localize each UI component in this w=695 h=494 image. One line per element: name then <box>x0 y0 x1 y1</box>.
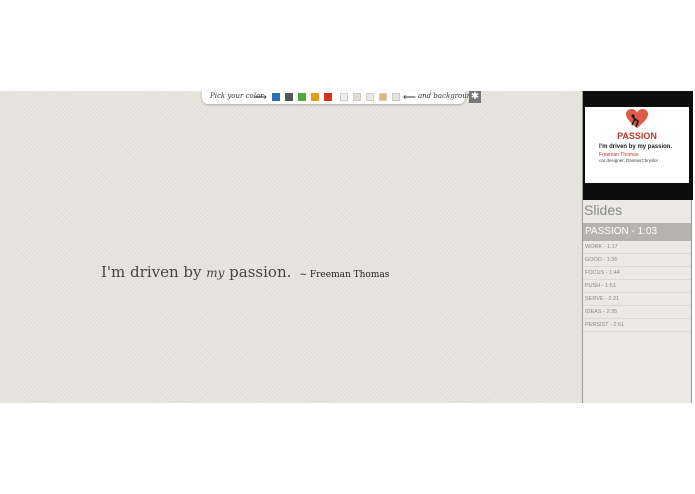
slide-item-serve[interactable]: SERVE - 2:21 <box>583 294 691 306</box>
slide-thumbnail: PASSION I'm driven by my passion. Freema… <box>585 107 689 183</box>
thumbnail-title: PASSION <box>617 131 657 141</box>
background-swatch-5[interactable] <box>392 93 400 101</box>
quote-text-my: my <box>206 266 225 280</box>
color-swatch-orange[interactable] <box>311 93 319 101</box>
slide-stage: I'm driven by my passion. ~ Freeman Thom… <box>0 91 582 403</box>
color-swatch-gray[interactable] <box>285 93 293 101</box>
quote-text-before: I'm driven by <box>101 263 207 281</box>
background-swatch-3[interactable] <box>366 93 374 101</box>
slides-list: PASSION - 1:03 WORK - 1:17 GOOD - 1:36 F… <box>583 223 691 332</box>
slide-preview[interactable]: PASSION I'm driven by my passion. Freema… <box>583 91 693 200</box>
thumbnail-subtitle: car designer, DaimlerChrysler <box>599 158 659 163</box>
quote-author: ~ Freeman Thomas <box>299 270 390 280</box>
and-background-label: and background <box>418 92 476 100</box>
heart-icon <box>626 109 648 128</box>
background-swatch-2[interactable] <box>353 93 361 101</box>
slide-item-work[interactable]: WORK - 1:17 <box>583 242 691 254</box>
slide-item-good[interactable]: GOOD - 1:36 <box>583 255 691 267</box>
slide-item-ideas[interactable]: IDEAS - 2:35 <box>583 307 691 319</box>
slide-item-persist[interactable]: PERSIST - 2:51 <box>583 320 691 332</box>
arrow-right-icon: ⟶ <box>254 92 267 102</box>
thumbnail-quote: I'm driven by my passion. <box>599 144 673 150</box>
slides-heading: Slides <box>584 202 623 218</box>
slide-item-passion[interactable]: PASSION - 1:03 <box>583 223 691 241</box>
color-swatch-red[interactable] <box>324 93 332 101</box>
arrow-left-icon: ⟵ <box>403 92 416 102</box>
background-swatch-4[interactable] <box>379 93 387 101</box>
slides-sidebar: PASSION I'm driven by my passion. Freema… <box>582 91 693 403</box>
slide-item-focus[interactable]: FOCUS - 1:44 <box>583 268 691 280</box>
quote-text-after: passion. <box>224 263 292 281</box>
color-swatch-blue[interactable] <box>272 93 280 101</box>
gear-icon[interactable]: ✱ <box>469 91 481 103</box>
background-swatch-1[interactable] <box>340 93 348 101</box>
color-toolbar: Pick your color ⟶ ⟵ and background <box>202 91 476 104</box>
quote: I'm driven by my passion. ~ Freeman Thom… <box>101 262 389 281</box>
color-swatch-green[interactable] <box>298 93 306 101</box>
slide-item-push[interactable]: PUSH - 1:51 <box>583 281 691 293</box>
